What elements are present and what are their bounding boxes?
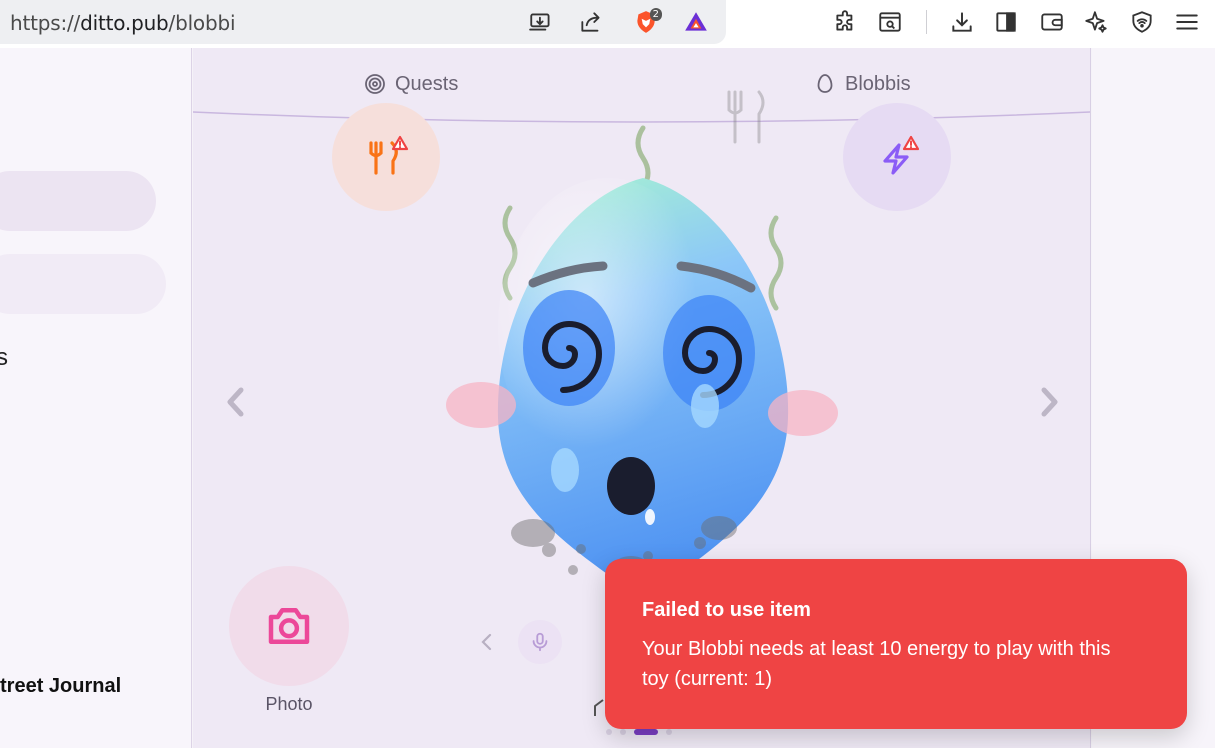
wallet-icon[interactable] bbox=[1036, 6, 1068, 38]
chevron-left-icon[interactable] bbox=[475, 630, 499, 654]
chevron-right-icon bbox=[1041, 387, 1058, 417]
tab-quests-label: Quests bbox=[395, 72, 459, 95]
mic-button[interactable] bbox=[518, 620, 562, 664]
energy-stat-button[interactable] bbox=[843, 103, 951, 211]
photo-label: Photo bbox=[265, 694, 313, 714]
warning-triangle-icon bbox=[391, 135, 409, 151]
vpn-icon[interactable] bbox=[1126, 6, 1158, 38]
address-bar[interactable]: https://ditto.pub/blobbi 2 bbox=[0, 0, 726, 44]
sidebar-item-label[interactable]: s bbox=[0, 344, 8, 372]
toast-title: Failed to use item bbox=[642, 599, 811, 621]
previous-blobbi-button[interactable] bbox=[218, 380, 254, 424]
reader-mode-icon[interactable] bbox=[874, 6, 906, 38]
photo-button[interactable] bbox=[229, 566, 349, 686]
blobbi-character[interactable] bbox=[443, 108, 843, 618]
carousel-dot[interactable] bbox=[606, 729, 612, 735]
toast-message: Your Blobbi needs at least 10 energy to … bbox=[642, 638, 1111, 690]
carousel-dots bbox=[606, 729, 672, 735]
share-icon[interactable] bbox=[575, 6, 607, 38]
carousel-dot[interactable] bbox=[620, 729, 626, 735]
microphone-icon bbox=[532, 632, 548, 652]
carousel-dot-active[interactable] bbox=[634, 729, 658, 735]
install-app-icon[interactable] bbox=[525, 6, 557, 38]
brave-shields-icon[interactable]: 2 bbox=[630, 6, 662, 38]
error-toast[interactable]: Failed to use item Your Blobbi needs at … bbox=[605, 559, 1187, 729]
sidebar-item[interactable] bbox=[0, 254, 166, 314]
fork-knife-icon bbox=[369, 135, 409, 175]
blobbi-tabs: Quests Blobbis bbox=[193, 48, 1090, 114]
extensions-icon[interactable] bbox=[830, 6, 862, 38]
tab-blobbis[interactable]: Blobbis bbox=[813, 72, 911, 96]
lightning-icon bbox=[883, 135, 920, 175]
left-sidebar: s treet Journal bbox=[0, 48, 192, 748]
sidebar-icon[interactable] bbox=[990, 6, 1022, 38]
warning-triangle-icon bbox=[902, 135, 920, 151]
sidebar-item-active[interactable] bbox=[0, 171, 156, 231]
leo-ai-icon[interactable] bbox=[1080, 6, 1112, 38]
toolbar-separator bbox=[926, 10, 927, 34]
tab-blobbis-label: Blobbis bbox=[845, 72, 911, 95]
shields-badge: 2 bbox=[649, 8, 662, 21]
trending-item-label[interactable]: treet Journal bbox=[0, 675, 121, 698]
menu-icon[interactable] bbox=[1171, 6, 1203, 38]
url-text[interactable]: https://ditto.pub/blobbi bbox=[10, 11, 236, 35]
browser-toolbar: https://ditto.pub/blobbi 2 bbox=[0, 0, 1215, 48]
carousel-dot[interactable] bbox=[666, 729, 672, 735]
brave-rewards-icon[interactable] bbox=[680, 6, 712, 38]
camera-icon bbox=[268, 608, 310, 644]
chevron-left-icon bbox=[227, 387, 244, 417]
egg-icon bbox=[817, 74, 833, 93]
downloads-icon[interactable] bbox=[946, 6, 978, 38]
tab-quests[interactable]: Quests bbox=[363, 72, 458, 96]
hunger-stat-button[interactable] bbox=[332, 103, 440, 211]
target-icon bbox=[365, 74, 385, 94]
next-blobbi-button[interactable] bbox=[1031, 380, 1067, 424]
